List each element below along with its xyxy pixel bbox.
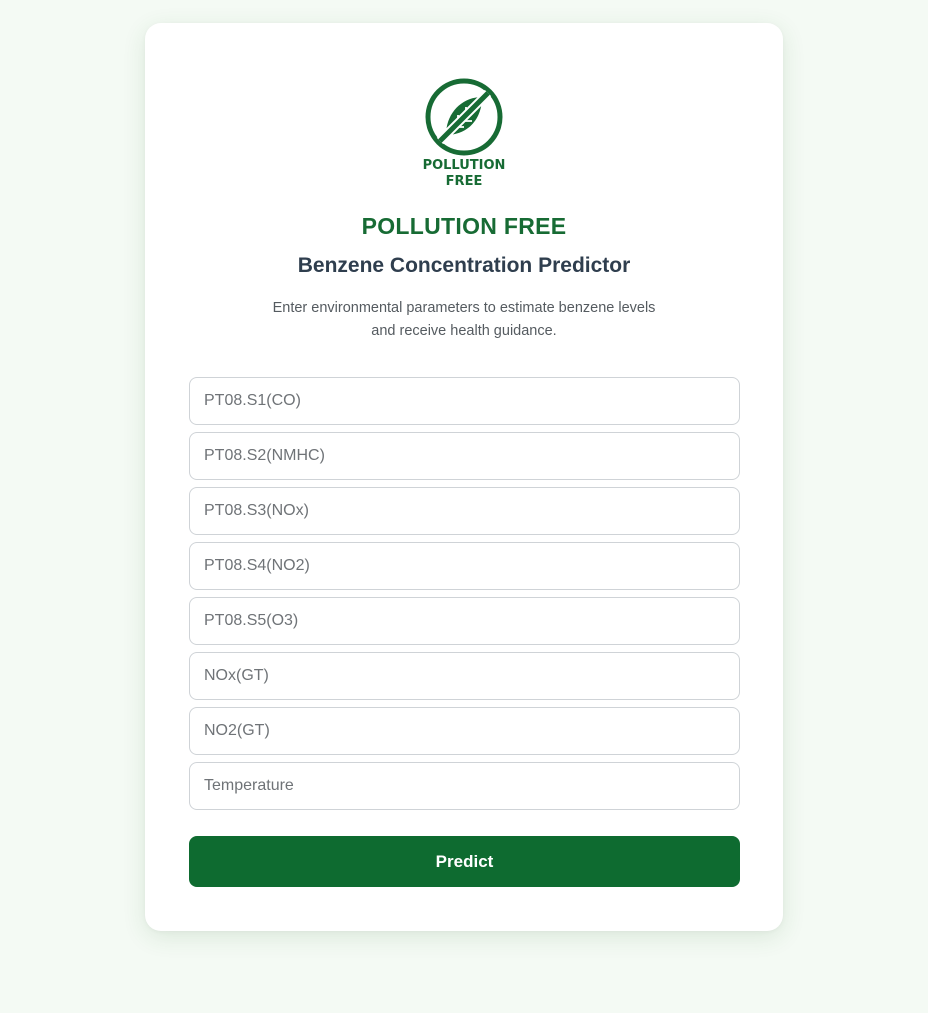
pt08-s1-co-input[interactable] [189,377,740,425]
brand-name: POLLUTION FREE [361,213,567,239]
page-title: Benzene Concentration Predictor [297,254,631,277]
pt08-s3-nox-input[interactable] [189,487,740,535]
page-subtitle: Enter environmental parameters to estima… [255,297,673,343]
subtitle-line2: and receive health guidance. [371,323,557,339]
no2-gt-input[interactable] [189,707,740,755]
temperature-input[interactable] [189,762,740,810]
pt08-s4-no2-input[interactable] [189,542,740,590]
logo-text-line2: FREE [445,174,483,189]
parameters-form [189,377,740,817]
pt08-s2-nmhc-input[interactable] [189,432,740,480]
nox-gt-input[interactable] [189,652,740,700]
pollution-free-logo: POLLUTION FREE [145,77,783,193]
predictor-card: POLLUTION FREE POLLUTION FREE Benzene Co… [145,23,783,931]
subtitle-line1: Enter environmental parameters to estima… [272,300,656,316]
logo-text-line1: POLLUTION [422,158,506,173]
pt08-s5-o3-input[interactable] [189,597,740,645]
predict-button[interactable]: Predict [189,836,740,887]
no-leaf-icon [425,78,503,156]
